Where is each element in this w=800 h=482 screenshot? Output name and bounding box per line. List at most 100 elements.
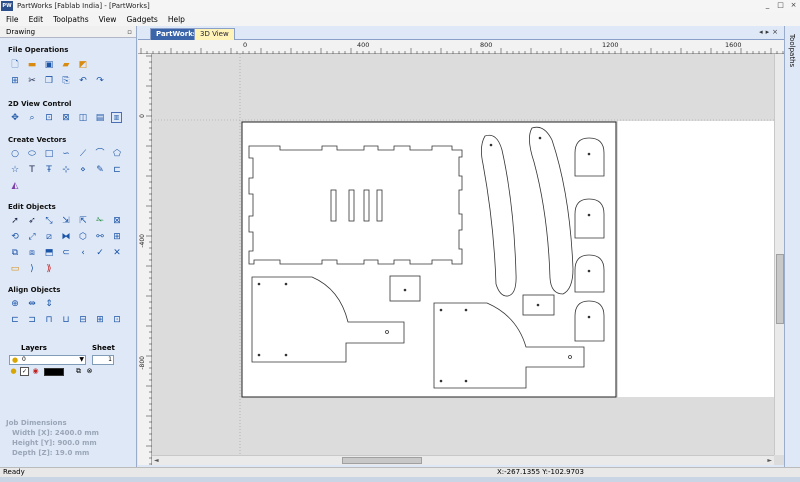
horizontal-scrollbar[interactable]: ◄ ► [152, 455, 774, 465]
layer-visible-icon[interactable]: ● [9, 367, 18, 376]
cut-icon[interactable]: ✂ [26, 75, 38, 87]
menu-gadgets[interactable]: Gadgets [121, 15, 162, 24]
paste-icon[interactable]: ⎘ [60, 75, 72, 87]
layer-dropdown[interactable]: ● 0 ▼ [9, 355, 86, 365]
layer-checkbox[interactable]: ✓ [20, 367, 29, 376]
align-bottom-icon[interactable]: ⊔ [60, 314, 72, 326]
align-left-icon[interactable]: ⊏ [9, 314, 21, 326]
subtract-icon[interactable]: ⧈ [26, 247, 38, 259]
tool-database-icon[interactable]: ⊞ [9, 75, 21, 87]
align-page-icon[interactable]: ⊡ [111, 314, 123, 326]
polygon-icon[interactable]: ⬠ [111, 148, 123, 160]
align-top-icon[interactable]: ⊓ [43, 314, 55, 326]
maximize-button[interactable]: □ [776, 1, 785, 10]
scale-icon[interactable]: ⊠ [111, 215, 123, 227]
undo-icon[interactable]: ↶ [77, 75, 89, 87]
scroll-right-icon[interactable]: ► [767, 457, 772, 464]
group-icon[interactable]: ⚯ [94, 231, 106, 243]
vertical-scroll-thumb[interactable] [776, 254, 784, 324]
pan-icon[interactable]: ✥ [9, 112, 21, 124]
save-icon[interactable]: ▣ [43, 59, 55, 71]
menu-view[interactable]: View [94, 15, 122, 24]
import-icon[interactable]: ◩ [77, 59, 89, 71]
rectangle-icon[interactable]: □ [43, 148, 55, 160]
align-right-icon[interactable]: ⊐ [26, 314, 38, 326]
horizontal-scroll-thumb[interactable] [342, 457, 422, 464]
open-folder-icon[interactable]: ▬ [26, 59, 38, 71]
text-on-curve-icon[interactable]: Ŧ [43, 164, 55, 176]
tab-scroll-left-icon[interactable]: ◂ [759, 28, 763, 36]
sheet-dropdown[interactable]: 1 [92, 355, 114, 365]
star-icon[interactable]: ☆ [9, 164, 21, 176]
tab-3d-view[interactable]: 3D View [194, 28, 235, 40]
align-vertical-icon[interactable]: ⇕ [43, 298, 55, 310]
array-icon[interactable]: ⟫ [43, 263, 55, 275]
vertical-scrollbar[interactable] [774, 54, 784, 455]
new-file-icon[interactable]: 🗋 [9, 59, 21, 71]
align-horizontal-icon[interactable]: ⇹ [26, 298, 38, 310]
design-canvas[interactable] [152, 54, 784, 465]
tab-scroll-right-icon[interactable]: ▸ [766, 28, 770, 36]
close-button[interactable]: × [789, 1, 798, 10]
menu-toolpaths[interactable]: Toolpaths [48, 15, 94, 24]
copy-icon[interactable]: ❐ [43, 75, 55, 87]
spline-icon[interactable]: ∽ [60, 148, 72, 160]
select-icon[interactable]: ➚ [9, 215, 21, 227]
draw-icon[interactable]: ✎ [94, 164, 106, 176]
ungroup-icon[interactable]: ⊞ [111, 231, 123, 243]
arc-icon[interactable]: ⌒ [94, 148, 106, 160]
view-toggle-icon[interactable]: ▥ [111, 112, 122, 123]
gadget-icon[interactable]: ◭ [9, 180, 21, 192]
toolpaths-panel-tab[interactable]: Toolpaths [784, 26, 800, 467]
nest-icon[interactable]: ⟩ [26, 263, 38, 275]
menu-file[interactable]: File [0, 15, 24, 24]
distribute-v-icon[interactable]: ⊞ [94, 314, 106, 326]
save-as-icon[interactable]: ▰ [60, 59, 72, 71]
join-icon[interactable]: ⊂ [60, 247, 72, 259]
menu-edit[interactable]: Edit [24, 15, 49, 24]
fillet-icon[interactable]: ⊏ [111, 164, 123, 176]
offset-icon[interactable]: ▭ [9, 263, 21, 275]
size-icon[interactable]: ⤢ [26, 231, 38, 243]
dimension-icon[interactable]: ⊹ [60, 164, 72, 176]
polyline-icon[interactable]: ⟋ [77, 148, 89, 160]
node-icon[interactable]: ⋄ [77, 164, 89, 176]
layer-properties-icon[interactable]: ⊗ [85, 367, 94, 376]
move-icon[interactable]: ⇲ [60, 215, 72, 227]
text-icon[interactable]: T [26, 164, 38, 176]
redo-icon[interactable]: ↷ [94, 75, 106, 87]
zoom-box-icon[interactable]: ⊡ [43, 112, 55, 124]
curve-fit-icon[interactable]: ‹ [77, 247, 89, 259]
drawing-canvas[interactable]: 0 400 800 1200 1600 0 -400 -800 [138, 40, 784, 465]
ellipse-icon[interactable]: ⬭ [26, 148, 38, 160]
menu-help[interactable]: Help [163, 15, 190, 24]
view-split-icon[interactable]: ◫ [77, 112, 89, 124]
transform-icon[interactable]: ⇱ [77, 215, 89, 227]
pin-icon[interactable]: ▫ [127, 28, 132, 36]
minimize-button[interactable]: _ [763, 1, 772, 10]
layer-manager-icon[interactable]: ⧉ [74, 367, 83, 376]
tools-icon[interactable]: ✕ [111, 247, 123, 259]
skew-icon[interactable]: ⧄ [43, 231, 55, 243]
node-edit-icon[interactable]: ➶ [26, 215, 38, 227]
handle-hole-1e [284, 353, 288, 357]
mirror-icon[interactable]: ⧓ [60, 231, 72, 243]
layer-color-swatch[interactable] [44, 367, 64, 376]
scissors-trim-icon[interactable]: ✁ [94, 215, 106, 227]
check-icon[interactable]: ✓ [94, 247, 106, 259]
material-sheet[interactable] [241, 121, 617, 398]
distribute-h-icon[interactable]: ⊟ [77, 314, 89, 326]
tab-close-icon[interactable]: × [772, 28, 778, 36]
interactive-select-icon[interactable]: ⤡ [43, 215, 55, 227]
view-grid-icon[interactable]: ▤ [94, 112, 106, 124]
align-center-icon[interactable]: ⊕ [9, 298, 21, 310]
zoom-all-icon[interactable]: ⊠ [60, 112, 72, 124]
layer-lock-icon[interactable]: ◉ [31, 367, 40, 376]
rotate-icon[interactable]: ⟲ [9, 231, 21, 243]
distort-icon[interactable]: ⬡ [77, 231, 89, 243]
scroll-left-icon[interactable]: ◄ [154, 457, 159, 464]
circle-icon[interactable]: ○ [9, 148, 21, 160]
intersect-icon[interactable]: ⬒ [43, 247, 55, 259]
zoom-icon[interactable]: ⌕ [26, 112, 38, 124]
weld-icon[interactable]: ⧉ [9, 247, 21, 259]
